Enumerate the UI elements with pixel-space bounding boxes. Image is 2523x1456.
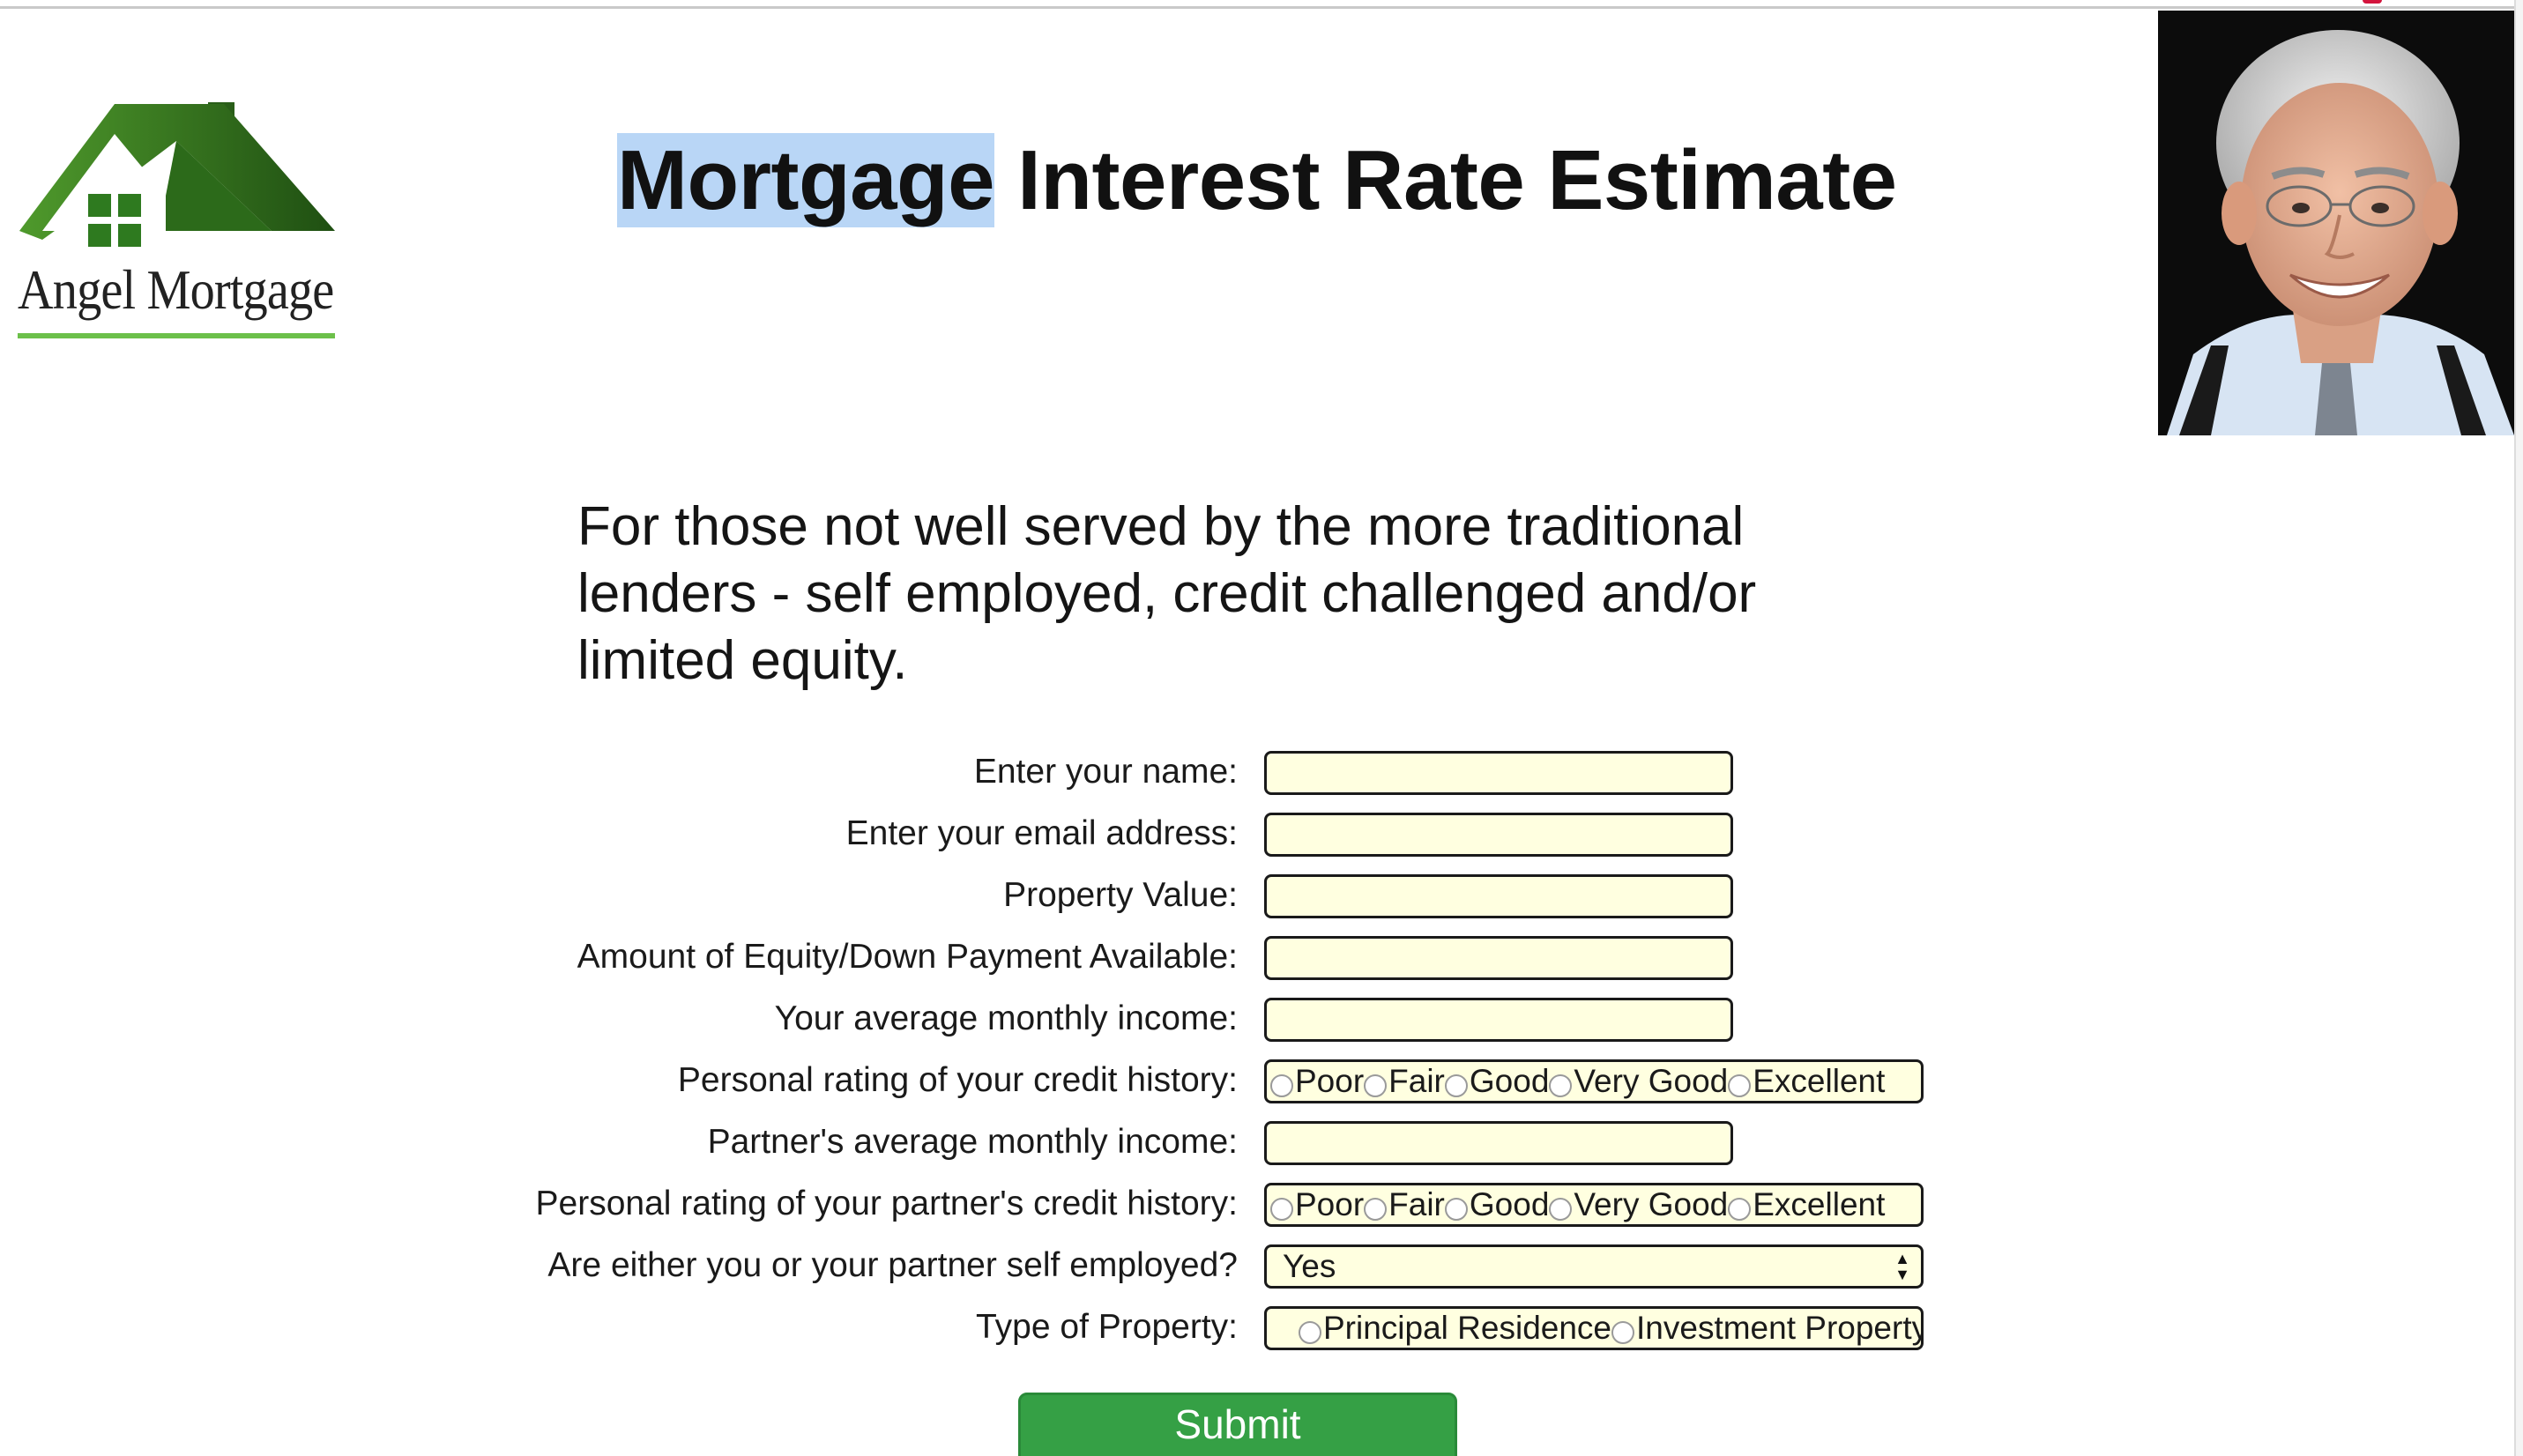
radio-button[interactable] xyxy=(1364,1198,1388,1221)
page: Angel Mortgage Mortgage Interest Rate Es… xyxy=(0,0,2523,1456)
radio-button[interactable] xyxy=(1728,1074,1752,1097)
top-border xyxy=(0,0,2523,9)
agent-photo xyxy=(2158,11,2514,435)
name-input[interactable] xyxy=(1264,751,1733,795)
property-value-label: Property Value: xyxy=(1003,876,1238,914)
property-option-principal-residence[interactable]: Principal Residence xyxy=(1299,1310,1611,1347)
title-rest: Interest Rate Estimate xyxy=(994,133,1897,227)
radio-button[interactable] xyxy=(1444,1198,1468,1221)
radio-label: Poor xyxy=(1295,1063,1365,1099)
tagline: For those not well served by the more tr… xyxy=(577,496,1757,691)
radio-button[interactable] xyxy=(1549,1198,1573,1221)
credit-option-very-good[interactable]: Very Good xyxy=(1549,1063,1728,1100)
income-label: Your average monthly income: xyxy=(774,999,1238,1037)
radio-label: Fair xyxy=(1388,1186,1445,1222)
radio-button[interactable] xyxy=(1611,1321,1635,1344)
radio-label: Very Good xyxy=(1574,1063,1729,1099)
radio-button[interactable] xyxy=(1728,1198,1752,1221)
radio-label: Very Good xyxy=(1574,1186,1729,1222)
form-row-name: Enter your name: xyxy=(0,746,2523,799)
self-employed-selected-value: Yes xyxy=(1283,1248,1336,1284)
name-label: Enter your name: xyxy=(973,753,1238,791)
form-row-income: Your average monthly income: xyxy=(0,992,2523,1045)
select-arrows-icon: ▲ ▼ xyxy=(1894,1250,1910,1283)
email-input[interactable] xyxy=(1264,813,1733,857)
partner-credit-label: Personal rating of your partner's credit… xyxy=(535,1185,1238,1222)
form-row-equity: Amount of Equity/Down Payment Available: xyxy=(0,931,2523,984)
form-row-self-employed: Are either you or your partner self empl… xyxy=(0,1239,2523,1292)
credit-option-fair[interactable]: Fair xyxy=(1364,1063,1445,1100)
radio-label: Investment Property xyxy=(1636,1310,1924,1346)
property-value-input[interactable] xyxy=(1264,874,1733,918)
radio-button[interactable] xyxy=(1549,1074,1573,1097)
partner-credit-option-good[interactable]: Good xyxy=(1444,1186,1550,1223)
radio-button[interactable] xyxy=(1444,1074,1468,1097)
logo-underline xyxy=(18,333,335,338)
form-row-property-value: Property Value: xyxy=(0,869,2523,922)
scrollbar-track[interactable] xyxy=(2514,0,2523,1456)
email-label: Enter your email address: xyxy=(845,814,1238,852)
logo-text: Angel Mortgage xyxy=(18,258,334,321)
credit-option-poor[interactable]: Poor xyxy=(1270,1063,1364,1100)
radio-label: Excellent xyxy=(1753,1063,1886,1099)
form-row-partner-credit: Personal rating of your partner's credit… xyxy=(0,1177,2523,1230)
page-title: Mortgage Interest Rate Estimate xyxy=(617,132,1897,229)
credit-label: Personal rating of your credit history: xyxy=(677,1061,1238,1099)
self-employed-select[interactable]: Yes ▲ ▼ xyxy=(1264,1244,1924,1289)
partner-credit-rating-group: Poor Fair Good Very Good Excellent xyxy=(1264,1183,1924,1227)
form-row-credit: Personal rating of your credit history: … xyxy=(0,1054,2523,1107)
partner-credit-option-very-good[interactable]: Very Good xyxy=(1549,1186,1728,1223)
partner-credit-option-fair[interactable]: Fair xyxy=(1364,1186,1445,1223)
partner-credit-option-poor[interactable]: Poor xyxy=(1270,1186,1364,1223)
partner-income-label: Partner's average monthly income: xyxy=(707,1123,1238,1161)
form-row-partner-income: Partner's average monthly income: xyxy=(0,1116,2523,1169)
submit-button[interactable]: Submit xyxy=(1018,1393,1457,1456)
income-input[interactable] xyxy=(1264,998,1733,1042)
title-highlighted-word: Mortgage xyxy=(617,133,995,227)
property-type-group: Principal Residence Investment Property xyxy=(1264,1306,1924,1350)
credit-option-excellent[interactable]: Excellent xyxy=(1728,1063,1885,1100)
property-option-investment-property[interactable]: Investment Property xyxy=(1611,1310,1924,1347)
radio-label: Good xyxy=(1469,1186,1550,1222)
radio-label: Good xyxy=(1469,1063,1550,1099)
credit-rating-group: Poor Fair Good Very Good Excellent xyxy=(1264,1059,1924,1103)
radio-label: Excellent xyxy=(1753,1186,1886,1222)
equity-label: Amount of Equity/Down Payment Available: xyxy=(577,938,1238,976)
partner-income-input[interactable] xyxy=(1264,1121,1733,1165)
self-employed-label: Are either you or your partner self empl… xyxy=(547,1246,1238,1284)
form-row-property-type: Type of Property: Principal Residence In… xyxy=(0,1301,2523,1354)
form-row-email: Enter your email address: xyxy=(0,807,2523,860)
radio-button[interactable] xyxy=(1299,1321,1321,1344)
house-logo-icon xyxy=(19,102,335,247)
property-type-label: Type of Property: xyxy=(976,1308,1238,1346)
radio-label: Fair xyxy=(1388,1063,1445,1099)
window-indicator xyxy=(2363,0,2382,4)
radio-button[interactable] xyxy=(1364,1074,1388,1097)
radio-label: Principal Residence xyxy=(1323,1310,1612,1346)
radio-button[interactable] xyxy=(1270,1198,1293,1221)
angel-mortgage-logo[interactable]: Angel Mortgage xyxy=(16,99,339,345)
radio-label: Poor xyxy=(1295,1186,1365,1222)
radio-button[interactable] xyxy=(1270,1074,1293,1097)
equity-input[interactable] xyxy=(1264,936,1733,980)
partner-credit-option-excellent[interactable]: Excellent xyxy=(1728,1186,1885,1223)
credit-option-good[interactable]: Good xyxy=(1444,1063,1550,1100)
